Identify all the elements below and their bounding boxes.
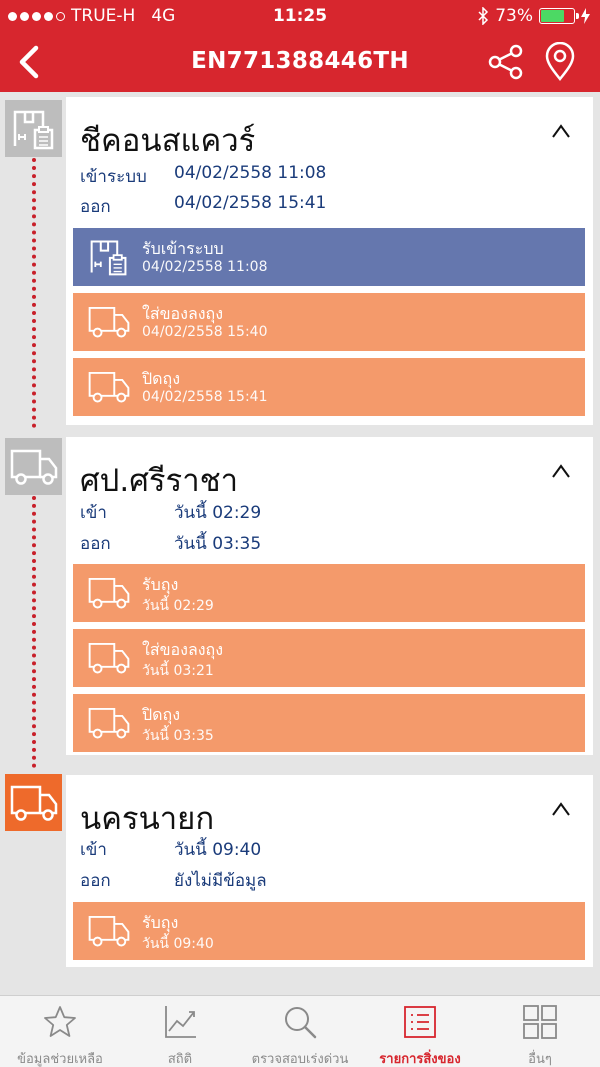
- event-date: 04/02/2558 15:41: [142, 389, 268, 405]
- list-icon: [404, 1006, 436, 1038]
- timeline-marker-current: [5, 774, 62, 831]
- chart-icon: [165, 1006, 196, 1038]
- status-bar: TRUE-H 4G 11:25 73%: [0, 0, 600, 32]
- collapse-icon[interactable]: [551, 801, 571, 817]
- truck-icon: [88, 707, 130, 739]
- truck-icon: [88, 915, 130, 947]
- timeline-marker: [5, 100, 62, 157]
- tab-help[interactable]: ข้อมูลช่วยเหลือ: [0, 996, 120, 1067]
- event-item[interactable]: ใส่ของลงถุง 04/02/2558 15:40: [73, 293, 585, 351]
- checkout-label: ออก: [80, 871, 111, 891]
- bottom-tab-bar: ข้อมูลช่วยเหลือ สถิติ ตรวจสอบเร่งด่วน รา…: [0, 995, 600, 1067]
- app-header: TRUE-H 4G 11:25 73% EN771388446TH: [0, 0, 600, 92]
- location-card: ศป.ศรีราชา เข้า วันนี้ 02:29 ออก วันนี้ 03…: [66, 437, 593, 755]
- battery-percent: 73%: [495, 6, 533, 26]
- checkin-label: เข้าระบบ: [80, 167, 147, 187]
- tab-quick-check[interactable]: ตรวจสอบเร่งด่วน: [240, 996, 360, 1067]
- event-item[interactable]: รับถุง วันนี้ 02:29: [73, 564, 585, 622]
- collapse-icon[interactable]: [551, 463, 571, 479]
- share-icon[interactable]: [486, 42, 526, 82]
- truck-icon: [88, 306, 130, 338]
- parcel-accept-icon: [13, 110, 53, 149]
- checkout-value: วันนี้ 03:35: [174, 534, 262, 554]
- event-date: วันนี้ 03:35: [142, 728, 214, 744]
- bluetooth-icon: [478, 7, 489, 25]
- tab-statistics[interactable]: สถิติ: [120, 996, 240, 1067]
- checkout-value: ยังไม่มีข้อมูล: [174, 871, 267, 891]
- truck-icon: [88, 642, 130, 674]
- battery-icon: [539, 8, 579, 24]
- truck-icon: [88, 371, 130, 403]
- location-name: ศป.ศรีราชา: [80, 463, 239, 499]
- charging-icon: [581, 8, 590, 24]
- tab-label: อื่นๆ: [528, 1052, 552, 1067]
- tab-label: ตรวจสอบเร่งด่วน: [251, 1052, 349, 1067]
- event-date: 04/02/2558 11:08: [142, 259, 268, 275]
- location-card: ชีคอนสแควร์ เข้าระบบ 04/02/2558 11:08 ออก…: [66, 97, 593, 425]
- location-pin-icon[interactable]: [542, 42, 578, 82]
- location-name: ชีคอนสแควร์: [80, 123, 256, 159]
- event-item[interactable]: รับเข้าระบบ 04/02/2558 11:08: [73, 228, 585, 286]
- checkout-label: ออก: [80, 534, 111, 554]
- event-date: 04/02/2558 15:40: [142, 324, 268, 340]
- truck-icon: [10, 449, 57, 485]
- event-item[interactable]: ปิดถุง วันนี้ 03:35: [73, 694, 585, 752]
- event-item[interactable]: รับถุง วันนี้ 09:40: [73, 902, 585, 960]
- tab-items[interactable]: รายการสิ่งของ: [360, 996, 480, 1067]
- tab-label: ข้อมูลช่วยเหลือ: [17, 1052, 103, 1067]
- checkin-label: เข้า: [80, 503, 107, 523]
- star-icon: [44, 1006, 76, 1037]
- timeline-connector: [32, 496, 36, 768]
- tab-more[interactable]: อื่นๆ: [480, 996, 600, 1067]
- checkin-label: เข้า: [80, 840, 107, 860]
- event-date: วันนี้ 02:29: [142, 598, 214, 614]
- event-date: วันนี้ 03:21: [142, 663, 214, 679]
- event-item[interactable]: ใส่ของลงถุง วันนี้ 03:21: [73, 629, 585, 687]
- timeline-marker: [5, 438, 62, 495]
- checkin-value: 04/02/2558 11:08: [174, 163, 327, 183]
- tab-label: สถิติ: [167, 1052, 193, 1067]
- checkin-value: วันนี้ 02:29: [174, 503, 262, 523]
- truck-icon: [10, 785, 57, 821]
- collapse-icon[interactable]: [551, 123, 571, 139]
- event-item[interactable]: ปิดถุง 04/02/2558 15:41: [73, 358, 585, 416]
- search-icon: [285, 1007, 317, 1039]
- tab-label: รายการสิ่งของ: [379, 1052, 461, 1067]
- truck-icon: [88, 577, 130, 609]
- location-card: นครนายก เข้า วันนี้ 09:40 ออก ยังไม่มีข้อม…: [66, 775, 593, 967]
- checkin-value: วันนี้ 09:40: [174, 840, 262, 860]
- tracking-timeline: ชีคอนสแควร์ เข้าระบบ 04/02/2558 11:08 ออก…: [0, 92, 600, 995]
- grid-icon: [523, 1005, 557, 1039]
- timeline-connector: [32, 158, 36, 428]
- checkout-value: 04/02/2558 15:41: [174, 193, 327, 213]
- checkout-label: ออก: [80, 197, 111, 217]
- parcel-accept-icon: [90, 240, 127, 276]
- event-date: วันนี้ 09:40: [142, 936, 214, 952]
